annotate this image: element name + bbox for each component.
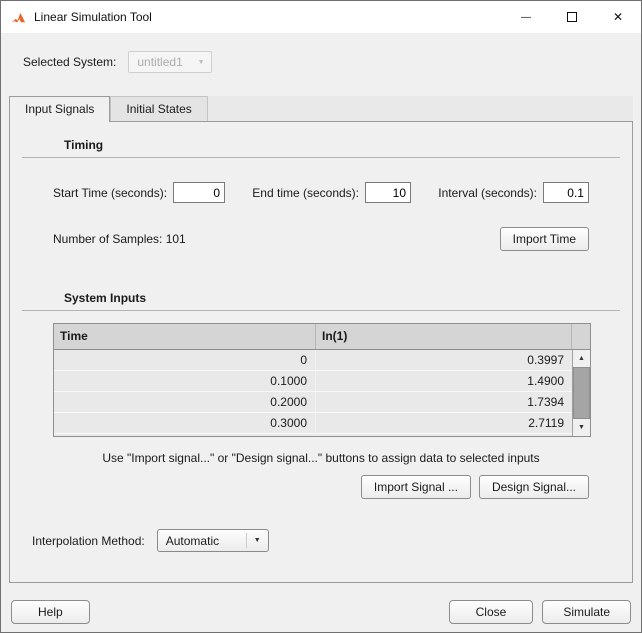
interval-label: Interval (seconds): (438, 186, 537, 200)
end-time-pair: End time (seconds): (252, 182, 411, 203)
selected-system-row: Selected System: untitled1 ▼ (23, 51, 641, 73)
end-time-label: End time (seconds): (252, 186, 359, 200)
minimize-icon: — (521, 12, 531, 23)
close-button[interactable]: ✕ (595, 1, 641, 33)
titlebar: Linear Simulation Tool — ✕ (1, 1, 641, 33)
cell-in1[interactable]: 1.7394 (316, 392, 572, 412)
scroll-down-icon: ▼ (578, 424, 585, 431)
table-row[interactable]: 0.3000 2.7119 (54, 413, 572, 434)
column-header-in1: In(1) (316, 324, 572, 349)
end-time-input[interactable] (365, 182, 411, 203)
interval-input[interactable] (543, 182, 589, 203)
table-scrollbar[interactable]: ▲ ▼ (572, 350, 590, 436)
signal-buttons-row: Import Signal ... Design Signal... (53, 475, 589, 499)
table-row[interactable]: 0.2000 1.7394 (54, 392, 572, 413)
maximize-button[interactable] (549, 1, 595, 33)
cell-time[interactable]: 0 (54, 350, 316, 370)
cell-in1[interactable]: 0.3997 (316, 350, 572, 370)
interpolation-method-label: Interpolation Method: (32, 534, 145, 548)
table-body: 0 0.3997 0.1000 1.4900 0.2000 1.7394 0.3… (54, 350, 590, 436)
selected-system-value: untitled1 (129, 55, 190, 69)
minimize-button[interactable]: — (503, 1, 549, 33)
assign-data-hint: Use "Import signal..." or "Design signal… (10, 451, 632, 465)
scroll-up-button[interactable]: ▲ (573, 350, 590, 367)
interpolation-method-value: Automatic (158, 534, 246, 548)
matlab-icon (11, 10, 26, 25)
cell-time[interactable]: 0.2000 (54, 392, 316, 412)
scroll-up-icon: ▲ (578, 355, 585, 362)
cell-in1[interactable]: 2.7119 (316, 413, 572, 433)
linear-simulation-tool-window: Linear Simulation Tool — ✕ Selected Syst… (0, 0, 642, 633)
table-row[interactable]: 0.1000 1.4900 (54, 371, 572, 392)
design-signal-button[interactable]: Design Signal... (479, 475, 589, 499)
interpolation-row: Interpolation Method: Automatic ▼ (32, 529, 589, 552)
table-header-row: Time In(1) (54, 324, 590, 350)
help-button[interactable]: Help (11, 600, 90, 624)
system-inputs-table: Time In(1) 0 0.3997 0.1000 1.4900 0.2000 (53, 323, 591, 437)
tab-label: Initial States (126, 102, 191, 116)
system-inputs-section-header: System Inputs (22, 291, 620, 311)
simulate-button[interactable]: Simulate (542, 600, 631, 624)
column-header-scrollbar (572, 324, 590, 349)
timing-section-header: Timing (22, 138, 620, 158)
table-row[interactable]: 0 0.3997 (54, 350, 572, 371)
close-dialog-button[interactable]: Close (449, 600, 534, 624)
selected-system-label: Selected System: (23, 55, 116, 69)
import-time-button[interactable]: Import Time (500, 227, 589, 251)
interpolation-method-dropdown[interactable]: Automatic ▼ (157, 529, 269, 552)
window-controls: — ✕ (503, 1, 641, 33)
tab-strip: Input Signals Initial States (9, 96, 633, 121)
start-time-input[interactable] (173, 182, 225, 203)
tab-label: Input Signals (25, 102, 94, 116)
input-signals-panel: Timing Start Time (seconds): End time (s… (9, 121, 633, 583)
close-icon: ✕ (613, 10, 623, 24)
maximize-icon (567, 12, 577, 22)
start-time-pair: Start Time (seconds): (53, 182, 225, 203)
chevron-down-icon: ▼ (246, 533, 268, 548)
selected-system-dropdown[interactable]: untitled1 ▼ (128, 51, 212, 73)
samples-row: Number of Samples: 101 Import Time (53, 227, 589, 251)
system-inputs-heading: System Inputs (64, 291, 146, 305)
timing-heading: Timing (64, 138, 103, 152)
cell-time[interactable]: 0.3000 (54, 413, 316, 433)
import-signal-button[interactable]: Import Signal ... (361, 475, 471, 499)
timing-inputs-row: Start Time (seconds): End time (seconds)… (53, 182, 589, 203)
tab-initial-states[interactable]: Initial States (110, 96, 207, 121)
interval-pair: Interval (seconds): (438, 182, 589, 203)
footer-right-buttons: Close Simulate (449, 600, 631, 624)
table-rows: 0 0.3997 0.1000 1.4900 0.2000 1.7394 0.3… (54, 350, 572, 436)
scrollbar-thumb[interactable] (573, 367, 590, 419)
window-title: Linear Simulation Tool (34, 10, 152, 24)
column-header-time: Time (54, 324, 316, 349)
scroll-down-button[interactable]: ▼ (573, 419, 590, 436)
dialog-footer: Help Close Simulate (11, 600, 631, 624)
cell-in1[interactable]: 1.4900 (316, 371, 572, 391)
cell-time[interactable]: 0.1000 (54, 371, 316, 391)
number-of-samples-text: Number of Samples: 101 (53, 232, 186, 246)
start-time-label: Start Time (seconds): (53, 186, 167, 200)
tab-input-signals[interactable]: Input Signals (9, 96, 110, 122)
chevron-down-icon: ▼ (191, 59, 212, 66)
